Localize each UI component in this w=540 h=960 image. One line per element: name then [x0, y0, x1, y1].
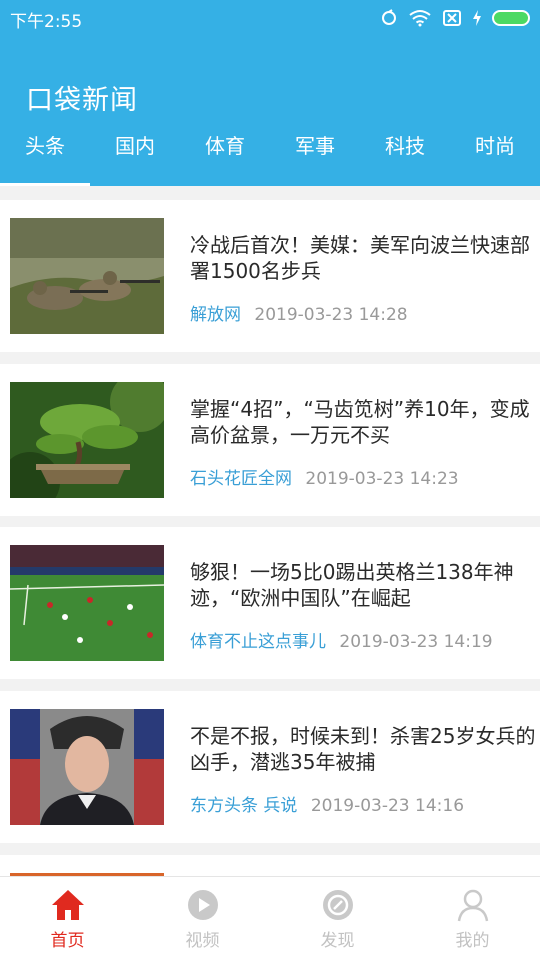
category-tabs: 头条 国内 体育 军事 科技 时尚 — [0, 128, 540, 186]
nav-home[interactable]: 首页 — [0, 877, 135, 960]
news-title[interactable]: 掌握“4招”，“马齿笕树”养10年，变成高价盆景，一万元不买 — [190, 396, 540, 452]
tab-military[interactable]: 军事 — [270, 128, 360, 186]
compass-icon — [322, 890, 353, 920]
nav-video[interactable]: 视频 — [135, 877, 270, 960]
news-card[interactable]: 够狠！一场5比0踢出英格兰138年神迹，“欧洲中国队”在崛起 体育不止这点事儿 … — [0, 527, 540, 679]
tab-headlines[interactable]: 头条 — [0, 128, 90, 186]
no-sim-icon — [443, 10, 461, 26]
news-source: 石头花匠全网 — [190, 469, 292, 489]
news-source: 解放网 — [190, 305, 241, 325]
soldiers-image — [10, 218, 164, 334]
nav-profile[interactable]: 我的 — [405, 877, 540, 960]
news-title[interactable]: 够狠！一场5比0踢出英格兰138年神迹，“欧洲中国队”在崛起 — [190, 559, 540, 615]
tab-domestic[interactable]: 国内 — [90, 128, 180, 186]
news-time: 2019-03-23 14:28 — [254, 305, 408, 325]
bonsai-image — [10, 382, 164, 498]
user-icon — [457, 889, 488, 922]
bottom-nav: 首页 视频 发现 我的 — [0, 876, 540, 960]
play-icon — [187, 890, 218, 920]
tab-fashion[interactable]: 时尚 — [450, 128, 540, 186]
news-time: 2019-03-23 14:23 — [305, 469, 459, 489]
battery-icon — [492, 10, 530, 26]
news-time: 2019-03-23 14:16 — [310, 796, 465, 816]
tab-sports[interactable]: 体育 — [180, 128, 270, 186]
portrait-image — [10, 709, 164, 825]
news-card[interactable]: 冷战后首次！美媒：美军向波兰快速部署1500名步兵 解放网 2019-03-23… — [0, 200, 540, 352]
wifi-icon — [409, 10, 431, 27]
news-title[interactable]: 不是不报，时候未到！杀害25岁女兵的凶手，潜逃35年被捕 — [190, 723, 540, 779]
nav-label-video: 视频 — [185, 931, 220, 951]
news-meta: 体育不止这点事儿 2019-03-23 14:19 — [190, 627, 493, 652]
home-icon — [51, 890, 84, 920]
sync-icon — [382, 9, 396, 25]
news-source: 体育不止这点事儿 — [190, 632, 326, 652]
news-source: 东方头条 兵说 — [190, 796, 298, 816]
nav-label-home: 首页 — [50, 931, 85, 951]
status-time: 下午2:55 — [10, 11, 83, 32]
news-title[interactable]: 冷战后首次！美媒：美军向波兰快速部署1500名步兵 — [190, 232, 540, 288]
news-card[interactable]: 不是不报，时候未到！杀害25岁女兵的凶手，潜逃35年被捕 东方头条 兵说 201… — [0, 691, 540, 843]
status-icons — [380, 8, 532, 28]
tab-tech[interactable]: 科技 — [360, 128, 450, 186]
nav-label-discover: 发现 — [320, 931, 355, 951]
news-card[interactable]: 掌握“4招”，“马齿笕树”养10年，变成高价盆景，一万元不买 石头花匠全网 20… — [0, 364, 540, 516]
nav-label-profile: 我的 — [455, 931, 490, 951]
football-image — [10, 545, 164, 661]
news-meta: 石头花匠全网 2019-03-23 14:23 — [190, 464, 459, 489]
news-time: 2019-03-23 14:19 — [339, 632, 493, 652]
nav-discover[interactable]: 发现 — [270, 877, 405, 960]
news-meta: 东方头条 兵说 2019-03-23 14:16 — [190, 791, 464, 816]
charging-icon — [473, 10, 481, 26]
status-bar: 下午2:55 — [0, 0, 540, 38]
app-header: 下午2:55 口袋新闻 头条 国内 体育 军事 科技 时尚 — [0, 0, 540, 186]
app-title: 口袋新闻 — [26, 85, 138, 116]
news-meta: 解放网 2019-03-23 14:28 — [190, 300, 408, 325]
